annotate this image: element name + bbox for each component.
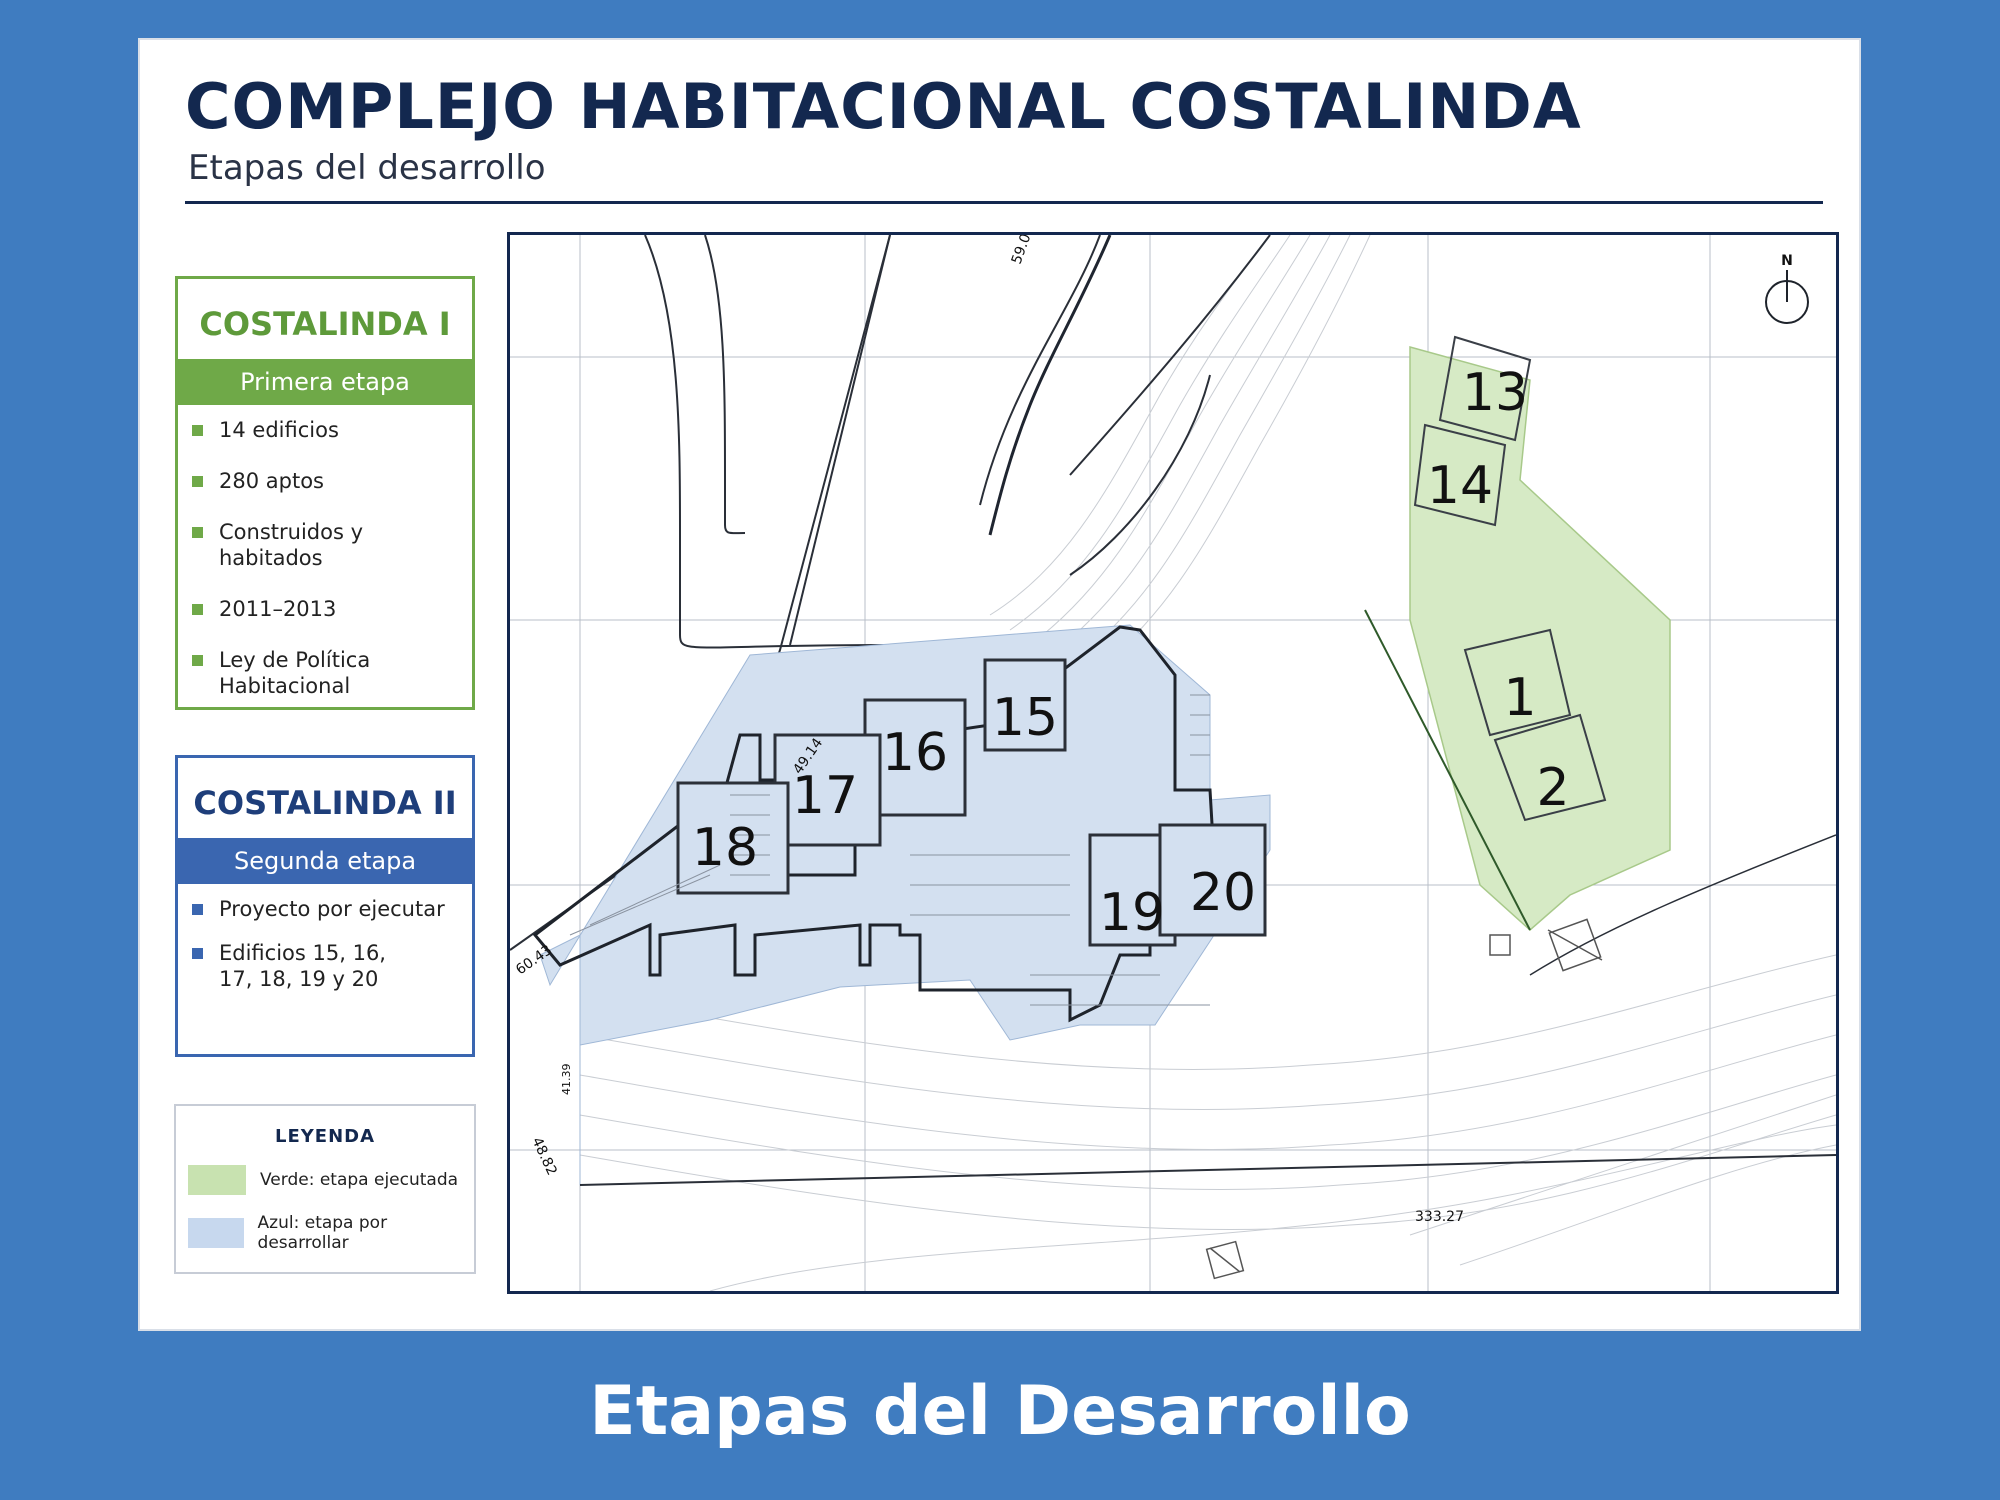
north-arrow-icon bbox=[1765, 270, 1809, 324]
caption: Etapas del Desarrollo bbox=[589, 1372, 1411, 1451]
stage1-item: 2011–2013 bbox=[192, 596, 472, 622]
stage1-item: 280 aptos bbox=[192, 468, 472, 494]
stage2-item: Edificios 15, 16, 17, 18, 19 y 20 bbox=[192, 940, 419, 992]
boundary-line-bottom bbox=[579, 1154, 1836, 1186]
legend-label-green: Verde: etapa ejecutada bbox=[260, 1170, 459, 1190]
stage2-list: Proyecto por ejecutar Edificios 15, 16, … bbox=[178, 884, 472, 992]
stage2-band: Segunda etapa bbox=[178, 838, 472, 884]
legend-title: LEYENDA bbox=[274, 1126, 376, 1147]
page-title: COMPLEJO HABITACIONAL COSTALINDA bbox=[185, 70, 1582, 143]
legend-panel: LEYENDA Verde: etapa ejecutada Azul: eta… bbox=[174, 1104, 476, 1274]
legend-label-blue: Azul: etapa por desarrollar bbox=[257, 1213, 388, 1253]
legend-row-green: Verde: etapa ejecutada bbox=[188, 1165, 474, 1195]
dimension-label: 48.82 bbox=[528, 1135, 559, 1178]
poster-card: COMPLEJO HABITACIONAL COSTALINDA Etapas … bbox=[138, 38, 1861, 1331]
stage1-panel: COSTALINDA I Primera etapa 14 edificios … bbox=[175, 276, 475, 710]
stage1-band: Primera etapa bbox=[178, 359, 472, 405]
building-label: 19 bbox=[1099, 883, 1165, 943]
stage1-title: COSTALINDA I bbox=[199, 305, 451, 343]
dimension-label: 59.06 bbox=[1009, 235, 1038, 266]
stage2-title: COSTALINDA II bbox=[193, 784, 457, 822]
stage2-panel: COSTALINDA II Segunda etapa Proyecto por… bbox=[175, 755, 475, 1057]
building-label: 15 bbox=[992, 688, 1058, 748]
building-label: 18 bbox=[692, 818, 758, 878]
stage2-item: Proyecto por ejecutar bbox=[192, 896, 472, 922]
page-subtitle: Etapas del desarrollo bbox=[188, 148, 546, 188]
stage1-list: 14 edificios 280 aptos Construidos y hab… bbox=[178, 405, 472, 699]
dimension-label: 333.27 bbox=[1415, 1209, 1464, 1225]
stage1-item: Construidos y habitados bbox=[192, 519, 472, 571]
dimension-label: 41.39 bbox=[560, 1064, 573, 1096]
building-label: 2 bbox=[1536, 758, 1569, 818]
building-label: 16 bbox=[882, 723, 948, 783]
building-label: 14 bbox=[1427, 456, 1493, 516]
north-label: N bbox=[1781, 253, 1793, 269]
boundary-line bbox=[988, 235, 1112, 536]
legend-swatch-green bbox=[188, 1165, 246, 1195]
stage1-item: 14 edificios bbox=[192, 417, 472, 443]
legend-row-blue: Azul: etapa por desarrollar bbox=[188, 1213, 474, 1253]
building-label: 1 bbox=[1503, 668, 1536, 728]
building-label: 13 bbox=[1462, 363, 1528, 423]
title-divider bbox=[185, 201, 1823, 204]
legend-swatch-blue bbox=[188, 1218, 244, 1248]
building-label: 20 bbox=[1190, 863, 1256, 923]
stage1-item: Ley de Política Habitacional bbox=[192, 647, 472, 699]
marker-squares bbox=[1205, 918, 1603, 1280]
stage1-area bbox=[1409, 346, 1671, 932]
site-plan-map: N 13 14 1 2 15 16 17 18 19 20 59.06 49.1… bbox=[507, 232, 1839, 1294]
